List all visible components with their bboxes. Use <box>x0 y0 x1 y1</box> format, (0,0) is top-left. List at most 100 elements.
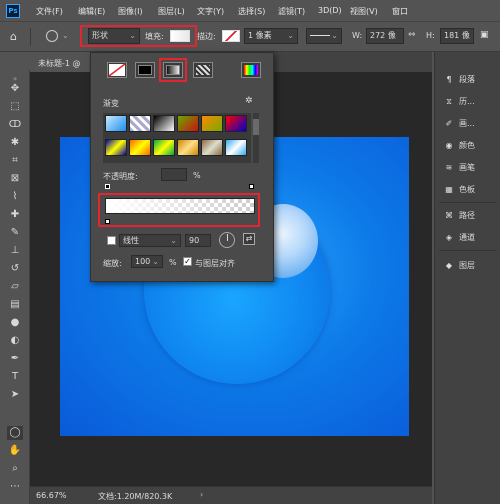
panel-paragraph[interactable]: ¶ 段落 <box>443 74 475 85</box>
panel-color[interactable]: ◉ 颜色 <box>443 140 476 151</box>
menu-window[interactable]: 窗口 <box>392 6 408 17</box>
gradient-preset[interactable] <box>105 115 127 132</box>
color-picker-button[interactable] <box>241 62 261 78</box>
panel-channels[interactable]: ◈ 通道 <box>443 232 475 243</box>
opacity-stop-right[interactable] <box>249 184 254 189</box>
menu-3d[interactable]: 3D(D) <box>318 6 342 15</box>
zoom-tool-icon[interactable]: ⌕ <box>7 462 23 476</box>
stroke-size-field[interactable]: 1 像素 ⌄ <box>244 28 298 44</box>
panel-brushes[interactable]: ≋ 画笔 <box>443 162 475 173</box>
presets-scrollbar[interactable] <box>253 113 259 163</box>
gradient-preset[interactable] <box>201 139 223 156</box>
gradient-icon <box>166 65 180 75</box>
more-tools-icon[interactable]: ⋯ <box>7 480 23 494</box>
lasso-tool-icon[interactable]: ↀ <box>7 118 23 132</box>
reverse-checkbox[interactable] <box>107 236 116 245</box>
gradient-presets-grid <box>103 113 251 163</box>
height-field[interactable]: 181 像 <box>440 28 474 44</box>
path-selection-tool-icon[interactable]: ➤ <box>7 388 23 402</box>
swatches-icon: ▦ <box>445 185 453 194</box>
crop-tool-icon[interactable]: ⌗ <box>7 154 23 168</box>
panel-label: 段落 <box>459 75 475 84</box>
gradient-tool-icon[interactable]: ▤ <box>7 298 23 312</box>
chevron-right-icon[interactable]: › <box>200 490 203 499</box>
history-brush-tool-icon[interactable]: ↺ <box>7 262 23 276</box>
menu-type[interactable]: 文字(Y) <box>197 6 224 17</box>
ellipse-tool-icon[interactable]: ◯ <box>7 426 23 440</box>
angle-dial-icon[interactable] <box>219 232 235 248</box>
menu-select[interactable]: 选择(S) <box>238 6 265 17</box>
layers-icon: ◆ <box>445 261 453 270</box>
gradient-fill-button[interactable] <box>163 62 183 78</box>
type-tool-icon[interactable]: T <box>7 370 23 384</box>
opacity-unit: % <box>193 171 201 180</box>
width-field[interactable]: 272 像 <box>366 28 404 44</box>
opacity-stop-left[interactable] <box>105 184 110 189</box>
gradient-style-select[interactable]: 线性 ⌄ <box>119 234 181 247</box>
move-tool-icon[interactable]: ✥ <box>7 82 23 96</box>
panel-history[interactable]: ⧖ 历... <box>443 96 475 107</box>
panel-label: 画... <box>459 119 475 128</box>
clone-stamp-tool-icon[interactable]: ⊥ <box>7 244 23 258</box>
color-stop-left[interactable] <box>105 219 110 224</box>
healing-brush-tool-icon[interactable]: ✚ <box>7 208 23 222</box>
blur-tool-icon[interactable]: ● <box>7 316 23 330</box>
dodge-tool-icon[interactable]: ◐ <box>7 334 23 348</box>
gradient-preset[interactable] <box>201 115 223 132</box>
gradient-preset[interactable] <box>153 139 175 156</box>
align-checkbox[interactable]: ✓ <box>183 257 192 266</box>
gradient-preset[interactable] <box>105 139 127 156</box>
gear-icon[interactable]: ✲ <box>245 96 253 106</box>
stroke-type-select[interactable]: ⌄ <box>306 28 342 44</box>
gradient-preset[interactable] <box>129 115 151 132</box>
ellipse-tool-icon[interactable] <box>46 30 58 42</box>
gradient-preset[interactable] <box>225 139 247 156</box>
menu-filter[interactable]: 滤镜(T) <box>278 6 305 17</box>
panel-swatches[interactable]: ▦ 色板 <box>443 184 475 195</box>
gradient-preset[interactable] <box>225 115 247 132</box>
paragraph-icon: ¶ <box>446 75 452 84</box>
magic-wand-tool-icon[interactable]: ✱ <box>7 136 23 150</box>
reverse-gradient-icon[interactable]: ⇄ <box>243 233 255 245</box>
menu-image[interactable]: 图像(I) <box>118 6 143 17</box>
panel-paths[interactable]: ⌘ 路径 <box>443 210 475 221</box>
brush-tool-icon[interactable]: ✎ <box>7 226 23 240</box>
menu-view[interactable]: 视图(V) <box>350 6 378 17</box>
opacity-field[interactable] <box>161 168 187 181</box>
zoom-level[interactable]: 66.67% <box>36 491 67 500</box>
gradient-preset[interactable] <box>153 115 175 132</box>
scale-field[interactable]: 100 ⌄ <box>131 255 163 268</box>
stroke-swatch[interactable] <box>222 30 240 42</box>
home-icon[interactable]: ⌂ <box>10 30 17 43</box>
divider <box>30 28 31 46</box>
link-icon[interactable]: ⇔ <box>408 30 416 40</box>
marquee-tool-icon[interactable]: ⬚ <box>7 100 23 114</box>
fill-swatch[interactable] <box>170 30 190 42</box>
tool-mode-select[interactable]: 形状 ⌄ <box>88 28 140 44</box>
menu-layer[interactable]: 图层(L) <box>158 6 185 17</box>
eyedropper-tool-icon[interactable]: ⌇ <box>7 190 23 204</box>
tools-panel: » ✥ ⬚ ↀ ✱ ⌗ ⊠ ⌇ ✚ ✎ ⊥ ↺ ▱ ▤ ● ◐ ✒ T ➤ ◯ … <box>0 70 30 504</box>
no-fill-button[interactable] <box>107 62 127 78</box>
path-ops-icon[interactable]: ▣ <box>480 30 489 40</box>
angle-field[interactable]: 90 <box>185 234 211 247</box>
menu-edit[interactable]: 编辑(E) <box>78 6 105 17</box>
h-label: H: <box>426 31 435 40</box>
panel-layers[interactable]: ◆ 图层 <box>443 260 475 271</box>
scrollbar-thumb[interactable] <box>253 119 259 135</box>
panel-label: 历... <box>459 97 475 106</box>
hand-tool-icon[interactable]: ✋ <box>7 444 23 458</box>
frame-tool-icon[interactable]: ⊠ <box>7 172 23 186</box>
eraser-tool-icon[interactable]: ▱ <box>7 280 23 294</box>
solid-color-button[interactable] <box>135 62 155 78</box>
gradient-bar[interactable] <box>105 198 255 214</box>
menu-file[interactable]: 文件(F) <box>36 6 63 17</box>
pattern-fill-button[interactable] <box>193 62 213 78</box>
panel-label: 画笔 <box>459 163 475 172</box>
pen-tool-icon[interactable]: ✒ <box>7 352 23 366</box>
chevron-down-icon[interactable]: ⌄ <box>62 31 69 40</box>
gradient-preset[interactable] <box>129 139 151 156</box>
panel-artboards[interactable]: ✐ 画... <box>443 118 475 129</box>
gradient-preset[interactable] <box>177 139 199 156</box>
gradient-preset[interactable] <box>177 115 199 132</box>
